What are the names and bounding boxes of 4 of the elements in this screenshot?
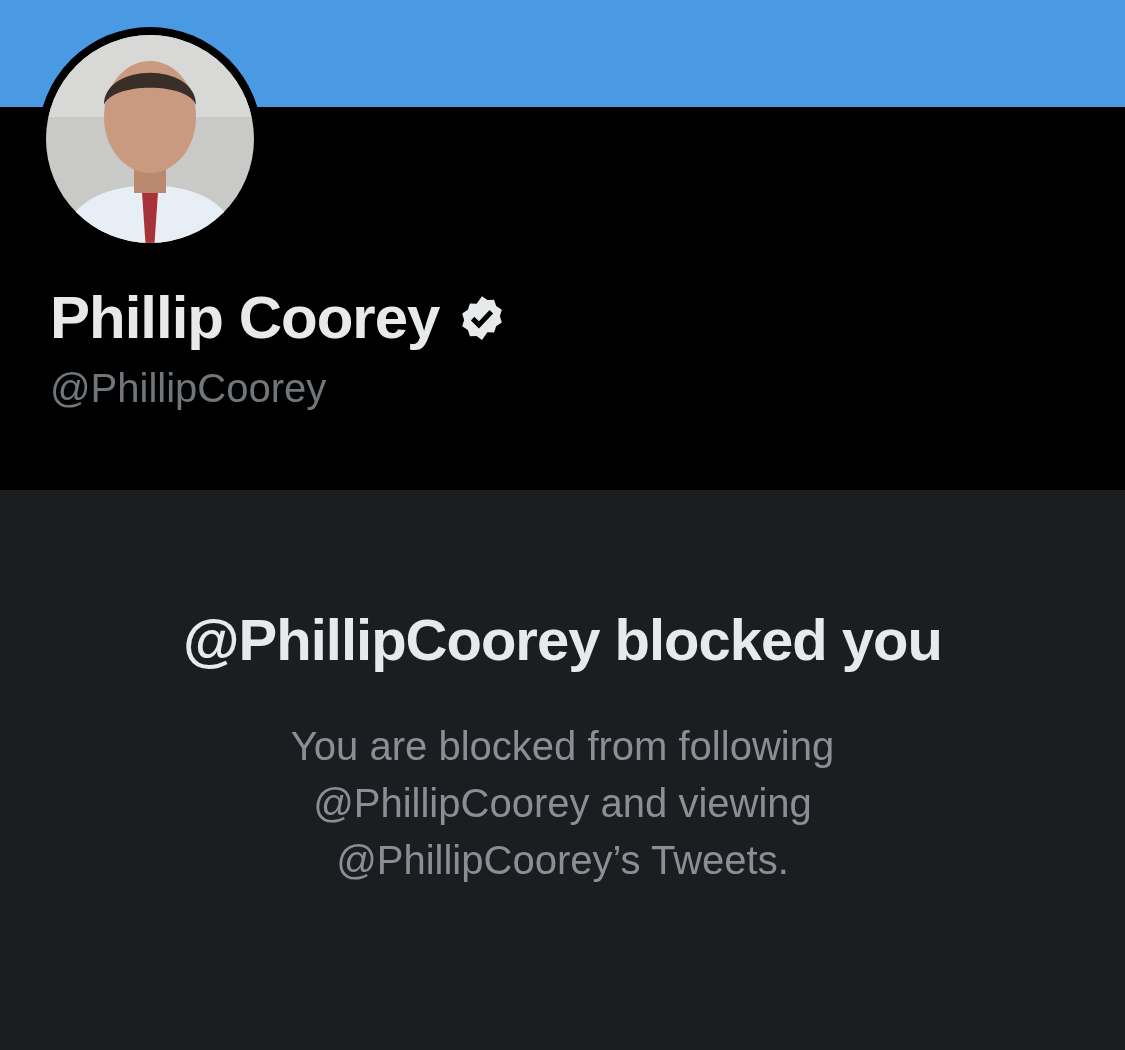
blocked-title: @PhillipCoorey blocked you — [182, 608, 943, 672]
profile-handle: @PhillipCoorey — [50, 366, 327, 411]
profile-name: Phillip Coorey — [50, 283, 440, 352]
blocked-message: You are blocked from following @PhillipCoorey and viewing @PhillipCoorey’s Tweets. — [289, 723, 836, 884]
